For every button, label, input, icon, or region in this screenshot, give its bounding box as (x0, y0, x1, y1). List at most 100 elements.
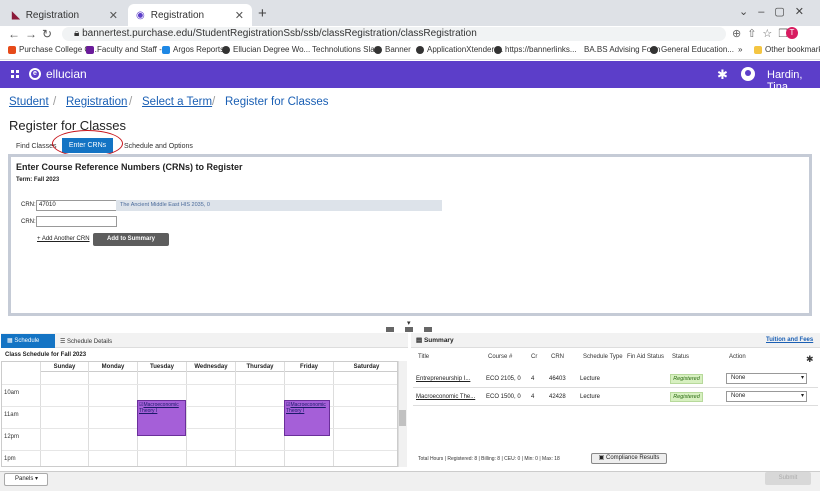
breadcrumb-register-classes: Register for Classes (225, 96, 329, 108)
tab-schedule-options[interactable]: Schedule and Options (124, 143, 193, 150)
course-number: ECO 1500, 0 (486, 394, 521, 400)
status-badge: Registered (670, 392, 703, 402)
bookmark-item[interactable]: https://bannerlinks... (494, 45, 577, 54)
panels-button[interactable]: Panels ▾ (4, 473, 48, 486)
bookmark-item[interactable]: General Education... (650, 45, 734, 54)
ellucian-logo-icon: e (29, 68, 41, 80)
add-another-crn-link[interactable]: + Add Another CRN (37, 236, 90, 242)
bookmark-icon (162, 45, 170, 54)
reload-icon[interactable]: ↻ (42, 27, 52, 41)
back-icon[interactable]: ← (8, 27, 20, 41)
ellucian-favicon-icon: ◉ (136, 9, 145, 21)
url-field[interactable]: 🔒︎ bannertest.purchase.edu/StudentRegist… (62, 27, 726, 41)
column-header[interactable]: Fin Aid Status (627, 354, 664, 360)
crn-input-1[interactable]: 47010 (36, 200, 117, 211)
splitter-handle-center[interactable] (405, 327, 413, 332)
bookmark-item[interactable]: Faculty and Staff -... (86, 45, 168, 54)
crn-panel-heading: Enter Course Reference Numbers (CRNs) to… (16, 162, 243, 172)
tab-find-classes[interactable]: Find Classes (16, 143, 56, 150)
bookmarks-overflow-icon[interactable]: » (738, 45, 742, 54)
other-bookmarks[interactable]: Other bookmarks (754, 45, 820, 54)
term-label: Term: Fall 2023 (16, 177, 60, 183)
hour-label: 12pm (4, 434, 20, 440)
schedule-type: Lecture (580, 376, 601, 382)
column-header[interactable]: CRN (551, 354, 564, 360)
bookmark-item[interactable]: Ellucian Degree Wo... (222, 45, 310, 54)
submit-button[interactable]: Submit (765, 472, 811, 485)
close-tab-icon[interactable]: ✕ (235, 9, 244, 22)
schedule-type: Lecture (580, 394, 601, 400)
bookmark-icon (8, 45, 16, 54)
window-controls[interactable]: ⌄–▢✕ (739, 5, 814, 18)
list-icon: ☰ (60, 339, 68, 345)
column-header[interactable]: Cr (531, 354, 537, 360)
chevron-down-icon: ▾ (800, 375, 804, 381)
day-header: Monday (89, 362, 137, 372)
user-name[interactable]: Hardin, Tina (767, 69, 820, 93)
chevron-down-icon: ▾ (800, 393, 804, 399)
bookmark-item[interactable]: Banner (374, 45, 411, 54)
schedule-event-tuesday[interactable]: ☑Macroeconomic Theory I (137, 400, 186, 436)
add-to-summary-button[interactable]: Add to Summary (93, 233, 169, 246)
column-header[interactable]: Schedule Type (583, 354, 623, 360)
close-tab-icon[interactable]: ✕ (109, 9, 118, 22)
column-header[interactable]: Action (729, 354, 746, 360)
bookmark-item[interactable]: Technolutions Slate (312, 45, 381, 54)
collapse-up-icon[interactable]: ▾ (407, 319, 411, 327)
class-schedule-title: Class Schedule for Fall 2023 (5, 352, 87, 358)
breadcrumb-student[interactable]: Student (9, 96, 49, 108)
day-column: Thursday (235, 362, 284, 466)
day-header: Sunday (41, 362, 88, 372)
hour-line (2, 428, 397, 429)
table-settings-gear-icon[interactable]: ✱ (806, 354, 814, 365)
hour-label: 11am (4, 412, 19, 418)
bookmark-item[interactable]: Argos Reports (162, 45, 224, 54)
tuition-fees-link[interactable]: Tuition and Fees (766, 337, 813, 343)
day-header: Thursday (236, 362, 284, 372)
crn-label: CRN: (21, 219, 36, 225)
bookmark-icon (374, 45, 382, 54)
hour-line (2, 406, 397, 407)
course-title-link[interactable]: Entrepreneurship I... (416, 376, 470, 382)
browser-tab-registration-1[interactable]: ◣ Registration ✕ (4, 4, 126, 26)
splitter-handle-left[interactable] (386, 327, 394, 332)
column-header[interactable]: Status (672, 354, 689, 360)
browser-toolbar-icons[interactable]: ⊕⇧☆❒ (732, 27, 794, 40)
tab-schedule-details[interactable]: ☰ Schedule Details (60, 338, 112, 345)
day-header: Saturday (334, 362, 397, 372)
calendar-scrollbar-thumb[interactable] (399, 410, 406, 426)
course-title-link[interactable]: Macroeconomic The... (416, 394, 475, 400)
day-header: Wednesday (187, 362, 235, 372)
tab-schedule[interactable]: ▦ Schedule (1, 334, 55, 348)
app-header (0, 61, 820, 88)
settings-gear-icon[interactable]: ✱ (717, 67, 728, 83)
compliance-results-button[interactable]: ▣ Compliance Results (591, 453, 667, 464)
splitter-handle-right[interactable] (424, 327, 432, 332)
crn-input-2[interactable] (36, 216, 117, 227)
app-menu-grid-icon[interactable] (11, 70, 19, 78)
day-column: Saturday (333, 362, 397, 466)
forward-icon[interactable]: → (25, 27, 37, 41)
day-header: Friday (285, 362, 333, 372)
breadcrumb-select-term[interactable]: Select a Term (142, 96, 212, 108)
bookmark-icon (650, 45, 658, 54)
bookmark-item[interactable]: ApplicationXtender:... (416, 45, 503, 54)
bookmark-item[interactable]: BA.BS Advising Form (584, 45, 660, 54)
bookmark-item[interactable]: Purchase College C... (8, 45, 97, 54)
browser-tab-registration-2[interactable]: ◉ Registration ✕ (128, 4, 252, 26)
new-tab-icon[interactable]: + (258, 5, 267, 22)
hour-label: 1pm (4, 456, 16, 462)
profile-avatar[interactable]: T (786, 27, 798, 39)
user-avatar-icon[interactable] (741, 67, 755, 81)
column-header[interactable]: Title (418, 354, 429, 360)
hour-label: 10am (4, 390, 20, 396)
schedule-event-friday[interactable]: ☑Macroeconomic Theory I (284, 400, 330, 436)
breadcrumb-registration[interactable]: Registration (66, 96, 127, 108)
action-select[interactable]: None ▾ (726, 373, 807, 384)
column-header[interactable]: Course # (488, 354, 512, 360)
day-column: Wednesday (186, 362, 235, 466)
red-annotation-circle (52, 130, 123, 157)
summary-icon: ▤ (416, 337, 424, 344)
action-select[interactable]: None ▾ (726, 391, 807, 402)
course-number: ECO 2105, 0 (486, 376, 521, 382)
